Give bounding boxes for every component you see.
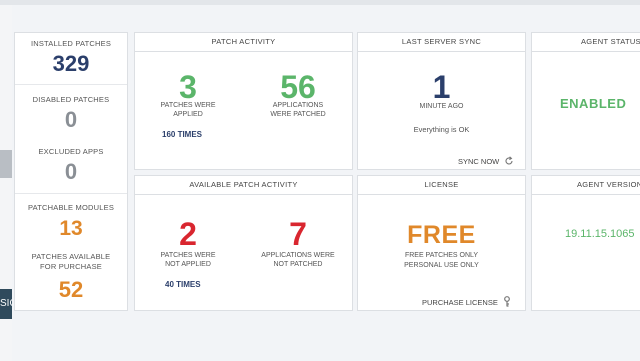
divider [15, 193, 127, 194]
license-title: LICENSE [358, 176, 525, 195]
applied-times: 160 TIMES [162, 130, 203, 139]
excluded-apps-label: EXCLUDED APPS [38, 147, 104, 156]
server-sync-title: LAST SERVER SYNC [358, 33, 525, 52]
top-bar [0, 0, 640, 5]
available-patch-activity-title: AVAILABLE PATCH ACTIVITY [135, 176, 352, 195]
divider [15, 84, 127, 85]
license-value: FREE [407, 221, 476, 249]
patches-not-applied-label-2: NOT APPLIED [165, 261, 211, 268]
summary-card: INSTALLED PATCHES 329 DISABLED PATCHES 0… [14, 32, 128, 311]
patchable-modules-label: PATCHABLE MODULES [27, 203, 115, 212]
patches-applied-label-1: PATCHES WERE [160, 102, 216, 109]
agent-version-card: AGENT VERSION 19.11.15.1065 [531, 175, 640, 311]
server-sync-status: Everything is OK [413, 125, 470, 134]
purchase-license-button[interactable]: PURCHASE LICENSE [422, 296, 511, 307]
disabled-patches-label: DISABLED PATCHES [32, 95, 110, 104]
patches-applied-label-2: APPLIED [173, 111, 203, 118]
apps-not-patched-label-2: NOT PATCHED [273, 261, 323, 268]
agent-status-title: AGENT STATUS [532, 33, 640, 52]
patches-applied-value: 3 [179, 69, 197, 105]
agent-version-value: 19.11.15.1065 [565, 228, 635, 240]
patches-for-purchase-label-2: FOR PURCHASE [40, 262, 102, 271]
refresh-icon [505, 156, 513, 165]
purchase-license-label: PURCHASE LICENSE [422, 298, 498, 307]
agent-status-value: ENABLED [560, 96, 627, 111]
left-panel-gray-block [0, 150, 12, 178]
excluded-apps-value: 0 [64, 159, 78, 184]
server-sync-value: 1 [432, 69, 451, 105]
agent-version-title: AGENT VERSION [532, 176, 640, 195]
left-panel-edge: SIO [0, 5, 12, 361]
key-icon [504, 296, 510, 307]
license-card: LICENSE FREE FREE PATCHES ONLY PERSONAL … [357, 175, 526, 311]
patchable-modules-value: 13 [59, 217, 83, 240]
patches-not-applied-value: 2 [179, 216, 197, 252]
not-applied-times: 40 TIMES [165, 280, 201, 289]
apps-patched-label-2: WERE PATCHED [270, 111, 326, 118]
apps-not-patched-value: 7 [289, 216, 307, 252]
server-sync-card: LAST SERVER SYNC 1 MINUTE AGO Everything… [357, 32, 526, 170]
patch-activity-title: PATCH ACTIVITY [135, 33, 352, 52]
agent-status-card: AGENT STATUS ENABLED [531, 32, 640, 170]
apps-patched-value: 56 [280, 69, 316, 105]
installed-patches-value: 329 [52, 51, 90, 76]
available-patch-activity-card: AVAILABLE PATCH ACTIVITY 2 PATCHES WERE … [134, 175, 353, 311]
server-sync-unit: MINUTE AGO [419, 103, 464, 110]
license-line-2: PERSONAL USE ONLY [404, 262, 479, 269]
apps-patched-label-1: APPLICATIONS [272, 102, 324, 109]
left-panel-tab-label: SIO [0, 298, 12, 309]
patch-activity-card: PATCH ACTIVITY 3 PATCHES WERE APPLIED 16… [134, 32, 353, 170]
sync-now-label: SYNC NOW [458, 157, 500, 166]
apps-not-patched-label-1: APPLICATIONS WERE [261, 252, 335, 259]
disabled-patches-value: 0 [64, 107, 78, 132]
license-line-1: FREE PATCHES ONLY [404, 252, 479, 259]
patches-not-applied-label-1: PATCHES WERE [160, 252, 216, 259]
installed-patches-label: INSTALLED PATCHES [30, 39, 112, 48]
patches-for-purchase-label-1: PATCHES AVAILABLE [31, 252, 111, 261]
sync-now-button[interactable]: SYNC NOW [458, 156, 514, 166]
patches-for-purchase-value: 52 [58, 277, 84, 302]
left-panel-tab[interactable]: SIO [0, 289, 12, 319]
